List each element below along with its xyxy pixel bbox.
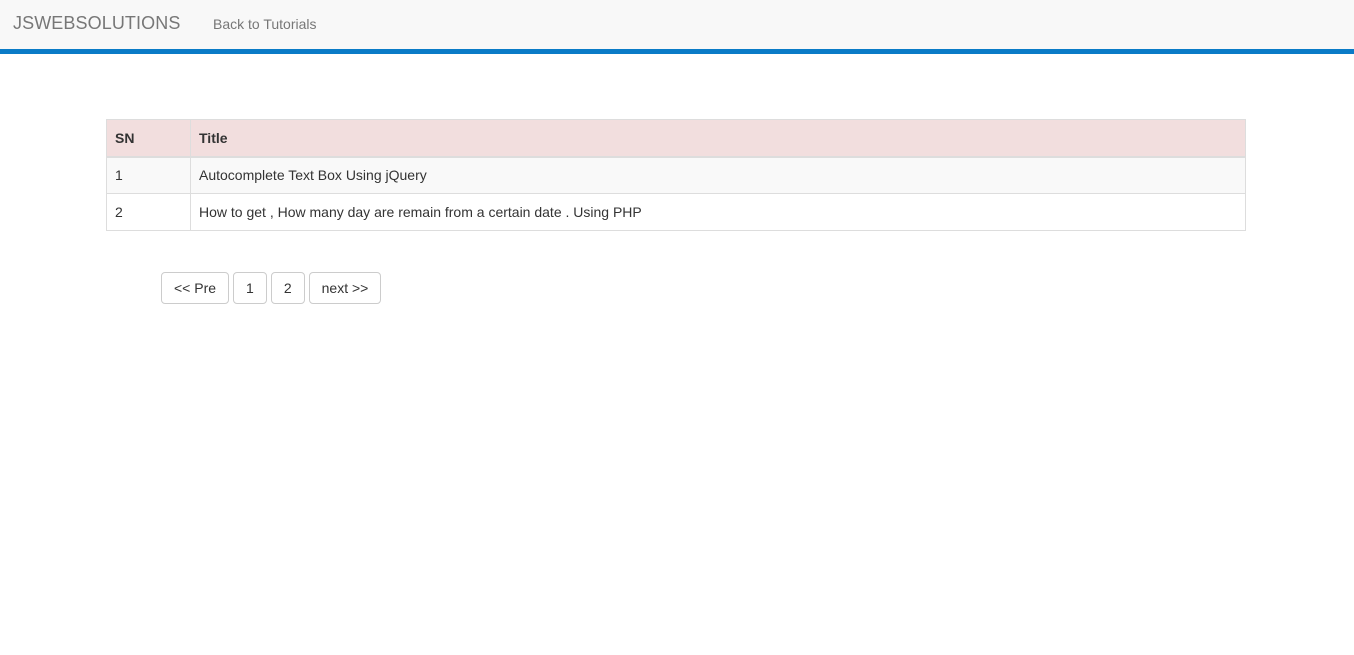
- page-1-button[interactable]: 1: [233, 272, 267, 304]
- tutorials-table: SN Title 1 Autocomplete Text Box Using j…: [106, 119, 1246, 231]
- header-title: Title: [190, 119, 1246, 158]
- header-sn: SN: [106, 119, 191, 158]
- prev-page-button[interactable]: << Pre: [161, 272, 230, 304]
- navbar: JSWEBSOLUTIONS Back to Tutorials: [0, 0, 1354, 54]
- pagination: << Pre 1 2 next >>: [161, 272, 382, 304]
- table-row: 1 Autocomplete Text Box Using jQuery: [106, 156, 1246, 194]
- back-to-tutorials-link[interactable]: Back to Tutorials: [213, 16, 317, 32]
- page-2-button[interactable]: 2: [270, 272, 305, 304]
- cell-title: Autocomplete Text Box Using jQuery: [190, 156, 1246, 194]
- brand-link[interactable]: JSWEBSOLUTIONS: [13, 13, 180, 34]
- cell-sn: 2: [106, 193, 191, 231]
- cell-sn: 1: [106, 156, 191, 194]
- next-page-button[interactable]: next >>: [308, 272, 382, 304]
- table-header-row: SN Title: [106, 119, 1246, 158]
- cell-title: How to get , How many day are remain fro…: [190, 193, 1246, 231]
- table-row: 2 How to get , How many day are remain f…: [106, 193, 1246, 231]
